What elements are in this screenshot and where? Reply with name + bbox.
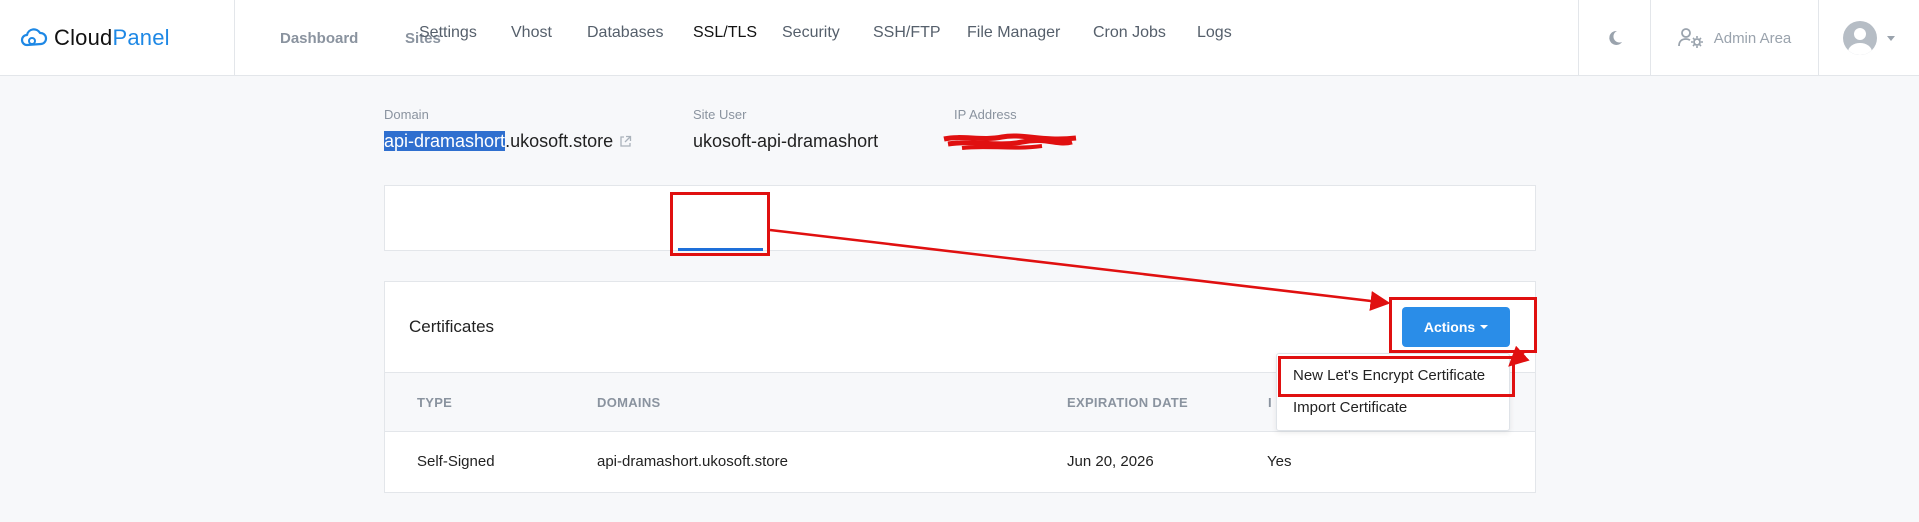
annotation-arrows [769,228,1530,367]
